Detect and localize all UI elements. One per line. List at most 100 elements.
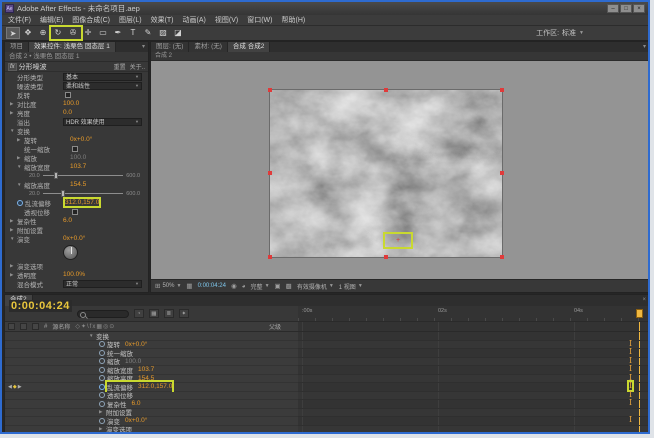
rotation-tool[interactable]: ↻ bbox=[51, 27, 65, 39]
twirl-open-icon[interactable] bbox=[10, 236, 17, 241]
channels-icon[interactable]: ◕ bbox=[242, 283, 246, 290]
twirl-open-icon[interactable] bbox=[17, 164, 24, 169]
timeline-row-evolution-options[interactable]: 演变选项 bbox=[5, 426, 649, 435]
menu-composition[interactable]: 图像合成(C) bbox=[72, 15, 110, 25]
pan-behind-tool[interactable]: ✛ bbox=[81, 27, 95, 39]
track-area[interactable]: I bbox=[298, 349, 649, 358]
parent-column-header[interactable]: 父级 bbox=[269, 322, 295, 331]
timeline-search-input[interactable] bbox=[77, 310, 129, 318]
slider-handle[interactable] bbox=[61, 190, 65, 197]
layer-handle[interactable] bbox=[268, 171, 272, 175]
complexity-value[interactable]: 6.0 bbox=[63, 217, 72, 224]
zoom-tool[interactable]: ⊕ bbox=[36, 27, 50, 39]
menu-animation[interactable]: 动画(A) bbox=[183, 15, 206, 25]
source-name-column-header[interactable]: 源名称 bbox=[52, 322, 70, 331]
scale-width-value[interactable]: 103.7 bbox=[138, 366, 154, 373]
track-area[interactable]: I bbox=[298, 375, 649, 384]
menu-edit[interactable]: 编辑(E) bbox=[40, 15, 63, 25]
blend-mode-dropdown[interactable]: 正常 bbox=[63, 280, 142, 288]
twirl-open-icon[interactable] bbox=[89, 333, 96, 338]
offset-turbulence-value[interactable]: 312.0,157.0 bbox=[138, 383, 172, 390]
close-icon[interactable]: × bbox=[639, 295, 649, 306]
timeline-row-transform[interactable]: 变换 bbox=[5, 332, 649, 341]
opacity-value[interactable]: 100.0% bbox=[63, 271, 85, 278]
view-layout-menu[interactable]: 1 视图▼ bbox=[339, 282, 363, 291]
eraser-tool[interactable]: ◪ bbox=[171, 27, 185, 39]
blend-mode-row[interactable]: 混合模式 正常 bbox=[5, 279, 148, 288]
number-column-header[interactable]: # bbox=[44, 324, 47, 330]
workspace-value[interactable]: 标准 bbox=[562, 28, 576, 38]
camera-tool[interactable]: ✇ bbox=[66, 27, 80, 39]
stopwatch-icon[interactable] bbox=[99, 418, 105, 424]
timeline-row-sub-settings[interactable]: 附加设置 bbox=[5, 409, 649, 418]
resolution-menu[interactable]: 完整▼ bbox=[251, 282, 270, 291]
layer-handle[interactable] bbox=[500, 255, 504, 259]
menu-view[interactable]: 视图(V) bbox=[215, 15, 238, 25]
video-column-icon[interactable] bbox=[8, 323, 15, 330]
offset-turbulence-value[interactable]: 312.0,157.0 bbox=[65, 199, 99, 206]
current-time-indicator[interactable] bbox=[636, 309, 643, 318]
twirl-open-icon[interactable] bbox=[17, 182, 24, 187]
rotation-value[interactable]: 0x+0.0° bbox=[70, 136, 92, 143]
type-tool[interactable]: T bbox=[126, 27, 140, 39]
reset-link[interactable]: 重置 bbox=[114, 62, 126, 71]
twirl-closed-icon[interactable] bbox=[99, 409, 106, 415]
active-camera-menu[interactable]: 有效摄像机▼ bbox=[297, 282, 334, 291]
scale-value[interactable]: 100.0 bbox=[70, 154, 86, 161]
timeline-row-offset-turbulence[interactable]: ◀◆▶ 乱流偏移312.0,157.0 I bbox=[5, 383, 649, 392]
evolution-dial[interactable] bbox=[63, 245, 78, 260]
scale-width-value[interactable]: 103.7 bbox=[70, 163, 86, 170]
layer-handle[interactable] bbox=[384, 255, 388, 259]
about-link[interactable]: 关于.. bbox=[130, 62, 145, 71]
layer-handle[interactable] bbox=[500, 171, 504, 175]
magnification-menu[interactable]: ⊞ 50%▼ bbox=[155, 282, 181, 290]
layer-handle[interactable] bbox=[268, 255, 272, 259]
stopwatch-icon[interactable] bbox=[99, 375, 105, 381]
scale-width-slider[interactable] bbox=[43, 175, 124, 176]
track-area[interactable] bbox=[298, 332, 649, 341]
mask-shape-tool[interactable]: ▭ bbox=[96, 27, 110, 39]
tab-project[interactable]: 项目 bbox=[5, 42, 29, 52]
panel-menu-icon[interactable]: ▾ bbox=[640, 42, 649, 52]
evolution-row[interactable]: 演变 0x+0.0° bbox=[5, 234, 148, 243]
stopwatch-icon[interactable] bbox=[99, 367, 105, 373]
stopwatch-icon[interactable] bbox=[99, 358, 105, 364]
track-area[interactable]: I bbox=[298, 341, 649, 350]
track-area[interactable]: I bbox=[298, 417, 649, 426]
timeline-row-rotation[interactable]: 旋转0x+0.0° I bbox=[5, 341, 649, 350]
slider-handle[interactable] bbox=[54, 172, 58, 179]
track-area[interactable]: I bbox=[298, 392, 649, 401]
clone-stamp-tool[interactable]: ▨ bbox=[156, 27, 170, 39]
timeline-ruler[interactable]: :00s 02s 04s bbox=[298, 306, 649, 321]
draft-3d-icon[interactable]: ▦ bbox=[149, 309, 159, 318]
comp-mini-flowchart-icon[interactable]: ◔ bbox=[134, 309, 144, 318]
brightness-value[interactable]: 0.0 bbox=[63, 109, 72, 116]
rotation-value[interactable]: 0x+0.0° bbox=[125, 341, 147, 348]
panel-menu-icon[interactable]: ▾ bbox=[139, 42, 148, 52]
scale-height-row[interactable]: 缩放高度 154.5 bbox=[5, 180, 148, 189]
viewer-timecode[interactable]: 0:00:04:24 bbox=[198, 283, 226, 289]
fractal-noise-layer[interactable]: + bbox=[270, 90, 502, 257]
keyframe-icon[interactable]: I bbox=[629, 348, 632, 356]
brush-tool[interactable]: ✎ bbox=[141, 27, 155, 39]
twirl-closed-icon[interactable] bbox=[17, 137, 24, 143]
hide-shy-layers-icon[interactable]: ≣ bbox=[164, 309, 174, 318]
switches-column-header[interactable]: ◇✦\fx▦◎⊙ bbox=[75, 323, 115, 330]
twirl-closed-icon[interactable] bbox=[10, 218, 17, 224]
complexity-value[interactable]: 6.0 bbox=[132, 400, 141, 407]
scale-width-row[interactable]: 缩放宽度 103.7 bbox=[5, 162, 148, 171]
timeline-row-evolution[interactable]: 演变0x+0.0° I bbox=[5, 417, 649, 426]
snapshot-icon[interactable]: ◉ bbox=[231, 282, 237, 290]
stopwatch-icon[interactable] bbox=[99, 384, 105, 390]
timeline-row-scale[interactable]: 缩放100.0 I bbox=[5, 358, 649, 367]
twirl-open-icon[interactable] bbox=[10, 128, 17, 133]
comp-viewport[interactable]: + bbox=[151, 61, 649, 279]
scale-value[interactable]: 100.0 bbox=[125, 358, 141, 365]
invert-checkbox[interactable] bbox=[65, 92, 71, 98]
overflow-dropdown[interactable]: HDR 效果使用 bbox=[63, 118, 142, 126]
safe-areas-icon[interactable]: ▦ bbox=[186, 282, 192, 290]
timeline-row-perspective-offset[interactable]: 透视位移 I bbox=[5, 392, 649, 401]
twirl-closed-icon[interactable] bbox=[17, 155, 24, 161]
layer-handle[interactable] bbox=[384, 88, 388, 92]
maximize-button[interactable]: □ bbox=[620, 4, 632, 13]
